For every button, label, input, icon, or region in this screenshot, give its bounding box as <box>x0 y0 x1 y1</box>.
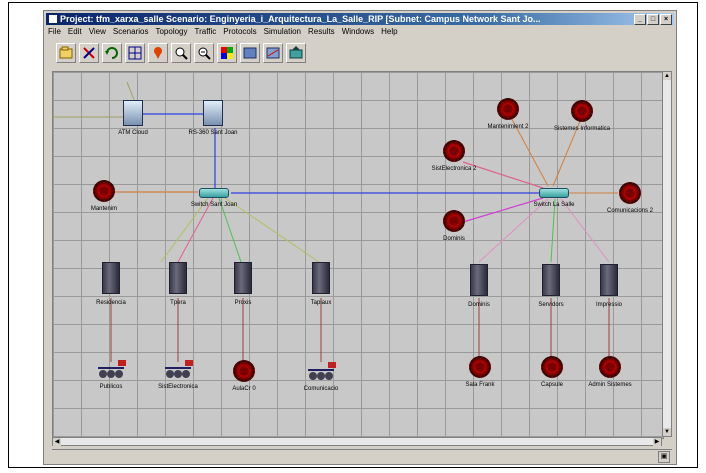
scroll-right-arrow[interactable]: ▶ <box>653 438 661 446</box>
menu-bar: File Edit View Scenarios Topology Traffi… <box>48 26 398 37</box>
scroll-up-arrow[interactable]: ▲ <box>663 72 671 80</box>
sistemes-label: Sistemes Informatica <box>553 126 611 132</box>
minimize-button[interactable]: _ <box>634 14 646 25</box>
link-switch-tapiaux[interactable] <box>224 197 320 263</box>
server-residencia[interactable] <box>102 262 120 294</box>
menu-simulation[interactable]: Simulation <box>264 26 301 37</box>
window-title: Project: tfm_xarxa_salle Scenario: Engin… <box>60 14 541 24</box>
mantenimient2-node[interactable] <box>497 98 519 120</box>
atm-cloud-label: ATM Cloud <box>118 130 148 136</box>
server-dominis[interactable] <box>470 264 488 296</box>
link-switch-servidors[interactable] <box>550 198 556 263</box>
close-button[interactable]: × <box>660 14 672 25</box>
title-bar[interactable]: Project: tfm_xarxa_salle Scenario: Engin… <box>46 13 674 25</box>
switch-left-label: Switch Sant Joan <box>190 202 238 208</box>
lan-publicos-label: Publicos <box>99 384 123 390</box>
menu-file[interactable]: File <box>48 26 61 37</box>
switch-right-label: Switch La Salle <box>533 202 575 208</box>
link-switch-servdominis[interactable] <box>478 198 549 263</box>
chart-icon[interactable] <box>263 43 283 63</box>
app-icon <box>49 15 57 23</box>
menu-traffic[interactable]: Traffic <box>195 26 217 37</box>
maximize-button[interactable]: □ <box>647 14 659 25</box>
comunicacions2-label: Comunicacions 2 <box>606 208 654 214</box>
marker-icon[interactable] <box>148 43 168 63</box>
panel-icon[interactable] <box>240 43 260 63</box>
open-icon[interactable] <box>56 43 76 63</box>
link-sistemes-switch[interactable] <box>552 113 584 187</box>
server-proxis-label: Proxis <box>234 300 252 306</box>
server-impressio[interactable] <box>600 264 618 296</box>
server-tpera[interactable] <box>169 262 187 294</box>
server-residencia-label: Residencia <box>96 300 126 306</box>
eth-capsule-label: Capsule <box>540 382 564 388</box>
dominis-label: Dominis <box>443 236 465 242</box>
scroll-left-arrow[interactable]: ◀ <box>53 438 61 446</box>
server-servidors[interactable] <box>542 264 560 296</box>
server-proxis[interactable] <box>234 262 252 294</box>
screenshot-frame: Project: tfm_xarxa_salle Scenario: Engin… <box>8 2 698 468</box>
link-switch-impressio[interactable] <box>560 198 610 263</box>
color-icon[interactable] <box>217 43 237 63</box>
router-node[interactable] <box>203 100 223 126</box>
grid-icon[interactable] <box>125 43 145 63</box>
eth-admin[interactable] <box>599 356 621 378</box>
menu-windows[interactable]: Windows <box>342 26 374 37</box>
cut-icon[interactable] <box>79 43 99 63</box>
status-icon[interactable]: ▣ <box>658 451 670 463</box>
lan-publicos[interactable] <box>96 360 126 380</box>
menu-scenarios[interactable]: Scenarios <box>113 26 149 37</box>
lan-sistelectronica[interactable] <box>163 360 193 380</box>
server-tpera-label: Tpera <box>170 300 186 306</box>
status-bar: ▣ <box>52 449 672 463</box>
application-window: Project: tfm_xarxa_salle Scenario: Engin… <box>43 10 677 465</box>
mantenim-node[interactable] <box>93 180 115 202</box>
mantenimient2-label: Mantenimient 2 <box>487 124 529 130</box>
router-label: RS-360 Sant Joan <box>188 130 238 136</box>
vertical-scrollbar[interactable]: ▲ ▼ <box>662 71 672 437</box>
menu-results[interactable]: Results <box>308 26 335 37</box>
comunicacions2-node[interactable] <box>619 182 641 204</box>
horizontal-scrollbar[interactable]: ◀ ▶ <box>52 437 662 446</box>
export-icon[interactable] <box>286 43 306 63</box>
menu-protocols[interactable]: Protocols <box>223 26 256 37</box>
zoom-in-icon[interactable] <box>171 43 191 63</box>
lan-sistelectronica-label: SistElectronica <box>158 384 198 390</box>
lan-comunicacio[interactable] <box>306 362 336 382</box>
menu-help[interactable]: Help <box>381 26 397 37</box>
eth-sala-frank[interactable] <box>469 356 491 378</box>
eth-admin-label: Admin Sistemes <box>588 382 632 388</box>
atm-cloud-node[interactable] <box>123 100 143 126</box>
server-impressio-label: Impressio <box>595 302 623 308</box>
eth-capsule[interactable] <box>541 356 563 378</box>
mantenim-label: Mantenim <box>90 206 118 212</box>
menu-topology[interactable]: Topology <box>155 26 187 37</box>
dominis-node[interactable] <box>443 210 465 232</box>
sistelectronica2-node[interactable] <box>443 140 465 162</box>
eth-sala-frank-label: Sala Frank <box>465 382 495 388</box>
window-controls: _ □ × <box>634 14 672 25</box>
menu-view[interactable]: View <box>89 26 106 37</box>
menu-edit[interactable]: Edit <box>68 26 82 37</box>
scroll-down-arrow[interactable]: ▼ <box>663 428 671 436</box>
lan-comunicacio-label: Comunicacio <box>303 386 339 392</box>
switch-left-node[interactable] <box>199 188 229 198</box>
server-servidors-label: Servidors <box>538 302 564 308</box>
sistelectronica2-label: SistElectronica 2 <box>431 166 477 172</box>
link-external-2[interactable] <box>126 81 136 103</box>
eth-aulacr-label: AulaCr 0 <box>232 386 256 392</box>
sistemes-node[interactable] <box>571 100 593 122</box>
server-tapiaux-label: Tapiaux <box>310 300 332 306</box>
network-canvas[interactable]: ATM Cloud RS-360 Sant Joan Mantenim Swit… <box>52 71 664 439</box>
server-dominis-label: Dominis <box>468 302 490 308</box>
zoom-out-icon[interactable] <box>194 43 214 63</box>
server-tapiaux[interactable] <box>312 262 330 294</box>
switch-right-node[interactable] <box>539 188 569 198</box>
rotate-icon[interactable] <box>102 43 122 63</box>
link-dominis-switch[interactable] <box>462 197 544 223</box>
toolbar <box>56 41 306 65</box>
eth-aulacr[interactable] <box>233 360 255 382</box>
